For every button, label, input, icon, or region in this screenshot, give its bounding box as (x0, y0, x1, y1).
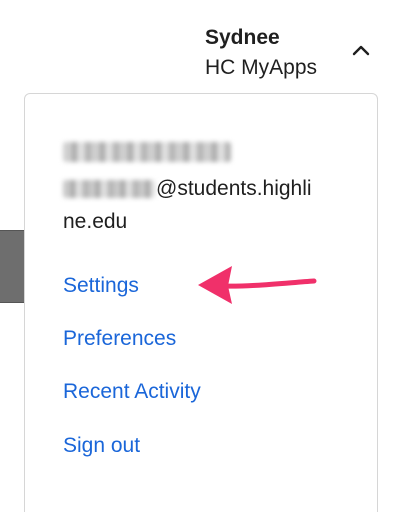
app-name: HC MyApps (205, 56, 318, 79)
settings-link[interactable]: Settings (63, 274, 139, 298)
background-panel-edge (0, 230, 24, 303)
annotation-arrow-icon (198, 266, 317, 304)
page: Sydnee HC MyApps @students.highli ne.edu… (0, 0, 415, 512)
redacted-full-name (63, 142, 231, 162)
user-email: @students.highli (63, 176, 312, 202)
chevron-up-icon[interactable] (350, 40, 372, 62)
email-suffix: @students.highli (156, 177, 312, 200)
recent-activity-link[interactable]: Recent Activity (63, 380, 201, 404)
user-first-name: Sydnee (205, 26, 280, 49)
redacted-email-user (63, 180, 155, 198)
account-menu-toggle[interactable]: Sydnee HC MyApps (205, 24, 405, 84)
sign-out-link[interactable]: Sign out (63, 434, 140, 458)
email-suffix-continued: ne.edu (63, 210, 128, 233)
preferences-link[interactable]: Preferences (63, 327, 176, 351)
